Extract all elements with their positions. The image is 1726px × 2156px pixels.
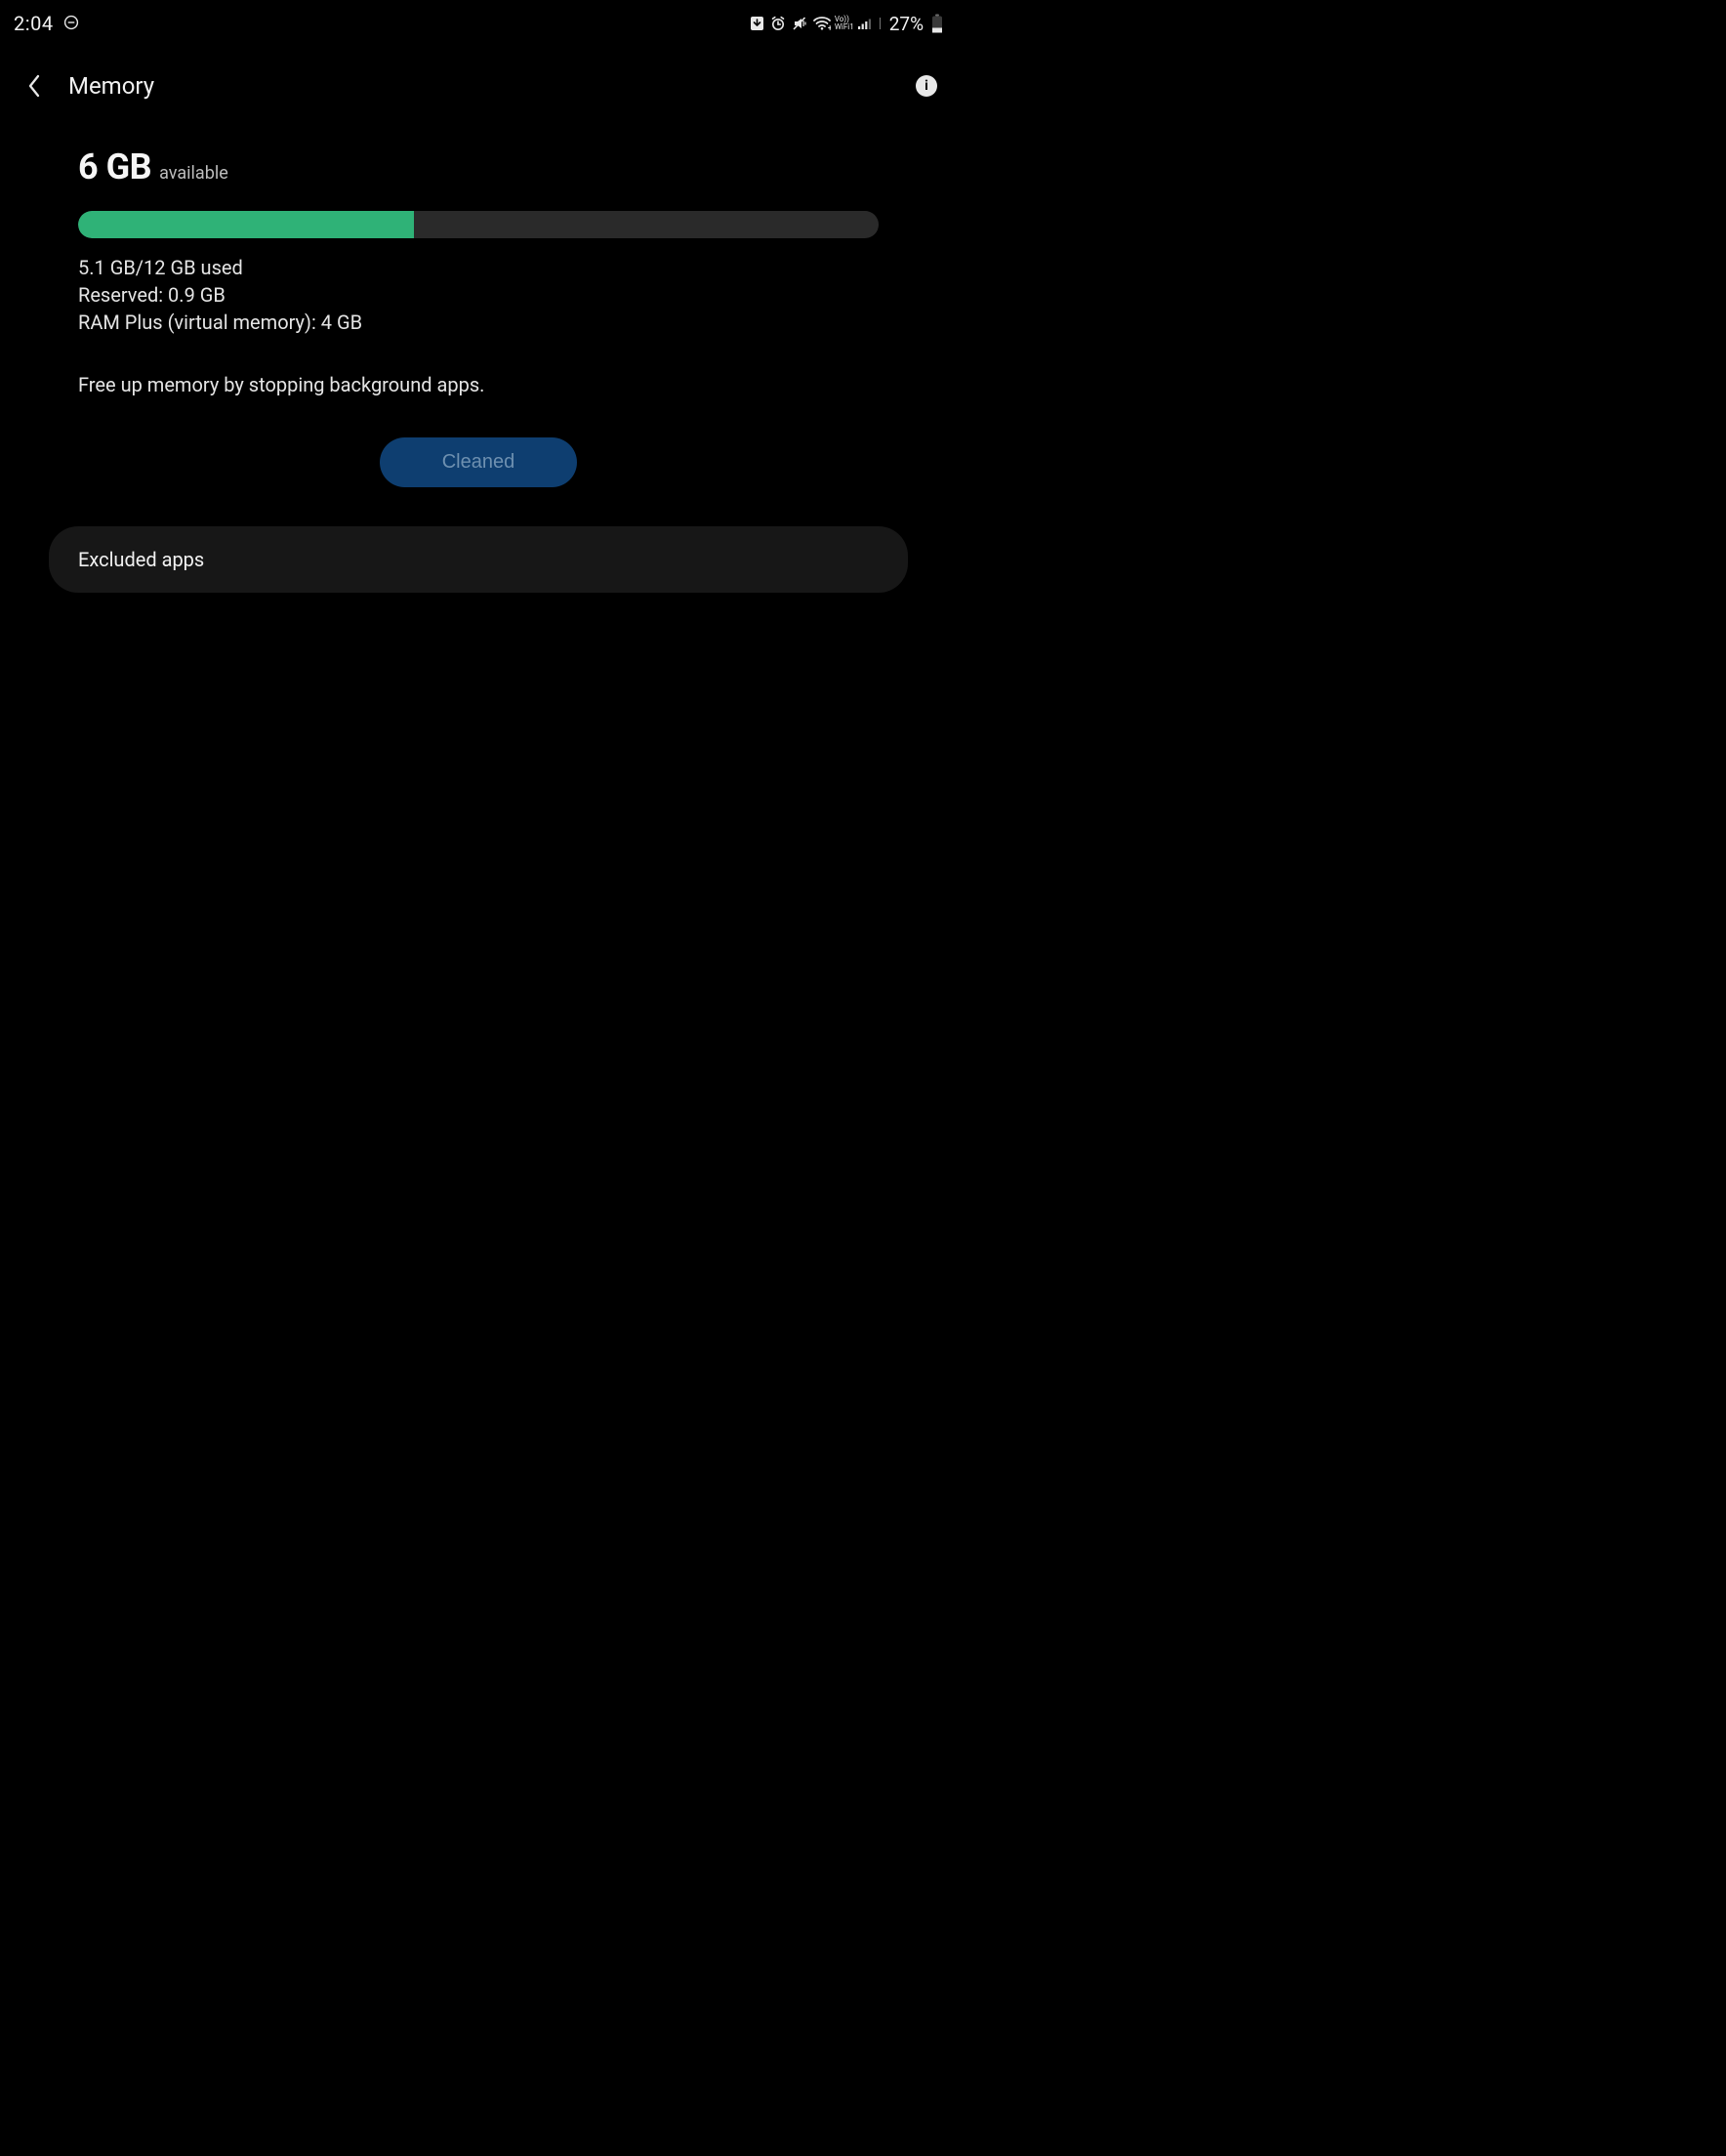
status-left: 2:04 (14, 12, 79, 35)
divider-icon (879, 16, 882, 31)
memory-hint: Free up memory by stopping background ap… (78, 373, 879, 396)
excluded-apps-label: Excluded apps (78, 548, 204, 571)
chevron-left-icon (27, 74, 41, 98)
memory-reserved-line: Reserved: 0.9 GB (78, 281, 879, 309)
memory-headline: 6 GB available (78, 146, 879, 187)
info-button[interactable]: i (916, 75, 937, 97)
memory-progress-fill (78, 211, 414, 238)
status-right: + Vo)) WiFi1 27% (750, 13, 943, 35)
battery-icon (931, 14, 943, 33)
alarm-icon (770, 16, 786, 31)
update-icon (750, 16, 764, 31)
vowifi-label: Vo)) WiFi1 (835, 16, 854, 31)
memory-details: 5.1 GB/12 GB used Reserved: 0.9 GB RAM P… (78, 254, 879, 336)
memory-used-line: 5.1 GB/12 GB used (78, 254, 879, 281)
content-area: 6 GB available 5.1 GB/12 GB used Reserve… (0, 146, 957, 593)
dnd-icon (63, 12, 79, 35)
memory-amount: 6 GB (78, 146, 151, 187)
wifi-icon: + (813, 16, 831, 31)
vowifi-bottom: WiFi1 (835, 23, 854, 31)
signal-icon (857, 16, 873, 31)
clean-button[interactable]: Cleaned (380, 437, 578, 487)
svg-text:+: + (828, 24, 831, 32)
memory-progress-bar (78, 211, 879, 238)
battery-percent: 27% (889, 13, 924, 35)
memory-available-label: available (159, 163, 228, 184)
memory-ramplus-line: RAM Plus (virtual memory): 4 GB (78, 309, 879, 336)
info-icon: i (925, 78, 928, 94)
page-title: Memory (68, 72, 154, 100)
header-bar: Memory i (0, 62, 957, 109)
vibrate-mute-icon (792, 16, 807, 31)
back-button[interactable] (20, 71, 49, 101)
header-left: Memory (20, 71, 154, 101)
status-bar: 2:04 + Vo)) WiFi1 27% (0, 0, 957, 47)
status-time: 2:04 (14, 12, 54, 35)
excluded-apps-row[interactable]: Excluded apps (49, 526, 908, 593)
